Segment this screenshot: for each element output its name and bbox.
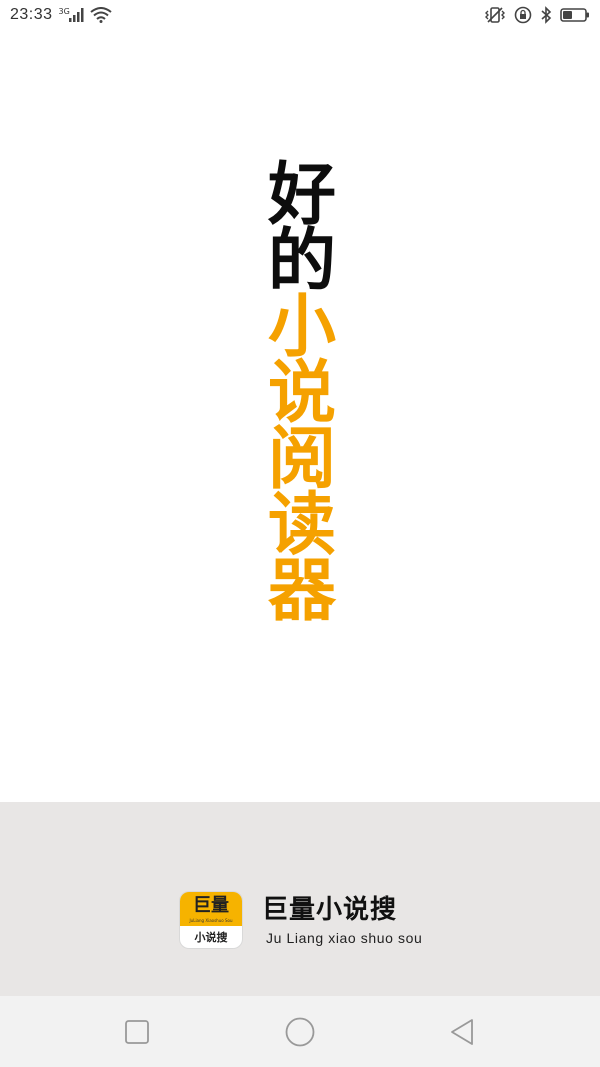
home-icon: [284, 1016, 316, 1048]
bluetooth-icon: [540, 6, 552, 24]
navigation-bar: [0, 996, 600, 1067]
recent-apps-button[interactable]: [121, 1016, 153, 1048]
logo-bottom-text: 小说搜: [194, 931, 228, 944]
vibrate-icon: [484, 6, 506, 24]
splash-slogan: 好 的 小 说 阅 读 器: [262, 156, 342, 631]
slogan-char: 小: [267, 288, 336, 367]
wifi-icon: [90, 7, 112, 23]
slogan-char: 好: [267, 156, 336, 235]
recent-apps-icon: [121, 1016, 153, 1048]
network-type-label: 3G: [58, 7, 70, 16]
slogan-char: 器: [267, 552, 336, 631]
status-right: [484, 6, 590, 24]
back-button[interactable]: [447, 1016, 479, 1048]
back-icon: [447, 1016, 479, 1048]
logo-top: 巨量 JuLiang Xiaoshuo Sou: [180, 892, 242, 926]
home-button[interactable]: [284, 1016, 316, 1048]
brand-pinyin: Ju Liang xiao shuo sou: [266, 930, 423, 946]
status-bar: 23:33 3G: [0, 0, 600, 30]
battery-icon: [560, 7, 590, 23]
mobile-signal: 3G: [58, 7, 84, 22]
brand-name: 巨量小说搜: [262, 895, 398, 925]
logo-fine-print: JuLiang Xiaoshuo Sou: [189, 918, 233, 923]
slogan-char: 读: [267, 486, 336, 565]
status-time: 23:33: [10, 6, 53, 23]
rotation-lock-icon: [514, 6, 532, 24]
app-logo: 巨量 JuLiang Xiaoshuo Sou 小说搜: [180, 892, 242, 948]
slogan-char: 说: [267, 354, 336, 433]
signal-icon: [68, 8, 84, 22]
slogan-char: 的: [267, 222, 336, 301]
logo-top-text: 巨量: [193, 895, 229, 916]
status-left: 23:33 3G: [10, 6, 112, 24]
slogan-char: 阅: [267, 420, 336, 499]
